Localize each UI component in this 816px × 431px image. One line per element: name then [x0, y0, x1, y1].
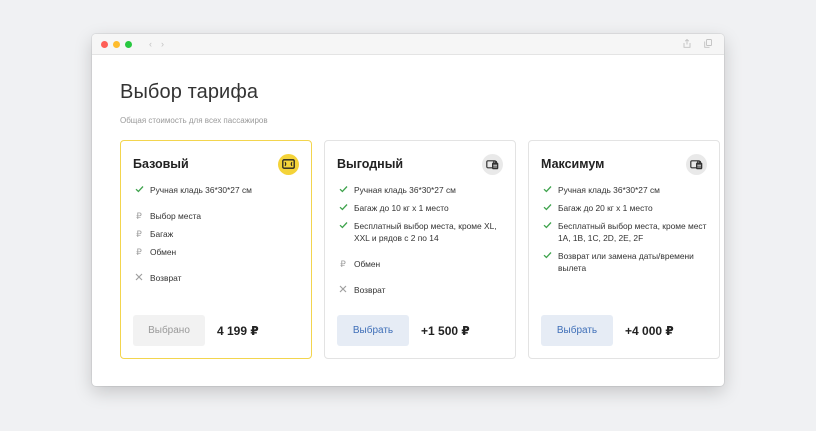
tariff-price: +4 000 ₽ [625, 323, 674, 338]
luggage-ticket-icon [686, 153, 707, 175]
tariff-card[interactable]: Базовый Ручная кладь 36*30*27 см ₽ Выбор… [120, 140, 312, 359]
close-window-button[interactable] [101, 40, 108, 48]
feature-item: Багаж до 20 кг x 1 место [541, 202, 707, 214]
feature-text: Багаж до 10 кг x 1 место [354, 203, 449, 213]
feature-item: ₽ Выбор места [133, 210, 299, 222]
feature-item: Багаж до 10 кг x 1 место [337, 202, 503, 214]
tariff-name: Выгодный [337, 157, 404, 171]
check-icon [541, 184, 553, 196]
browser-window: ‹ › Выбор тарифа Общая стоимость для все… [92, 34, 724, 386]
tariff-footer: Выбрать +1 500 ₽ [337, 315, 470, 346]
feature-group-gap [337, 250, 503, 258]
ruble-icon: ₽ [136, 229, 142, 239]
ruble-icon: ₽ [340, 259, 346, 269]
copy-icon[interactable] [704, 39, 712, 50]
feature-group-gap [337, 276, 503, 284]
forward-icon[interactable]: › [161, 39, 164, 49]
feature-text: Обмен [354, 259, 381, 269]
tariff-footer: Выбрать +4 000 ₽ [541, 315, 674, 346]
feature-item: Ручная кладь 36*30*27 см [133, 184, 299, 196]
check-icon [337, 184, 349, 196]
feature-text: Бесплатный выбор места, кроме мест 1A, 1… [558, 221, 707, 243]
feature-item: Возврат [337, 284, 503, 296]
share-icon[interactable] [683, 38, 691, 50]
selected-button[interactable]: Выбрано [133, 315, 205, 346]
tariff-price: +1 500 ₽ [421, 323, 470, 338]
check-icon [337, 220, 349, 232]
feature-item: Возврат или замена даты/времени вылета [541, 250, 707, 274]
tariff-header: Максимум [541, 153, 707, 175]
feature-list: Ручная кладь 36*30*27 см Багаж до 20 кг … [541, 184, 707, 274]
tariff-name: Максимум [541, 157, 605, 171]
check-icon [337, 202, 349, 214]
feature-item: ₽ Багаж [133, 228, 299, 240]
cross-icon [133, 272, 145, 284]
feature-group-gap [133, 202, 299, 210]
maximize-window-button[interactable] [125, 40, 132, 48]
page-content: Выбор тарифа Общая стоимость для всех па… [92, 55, 724, 126]
feature-item: Бесплатный выбор места, кроме мест 1A, 1… [541, 220, 707, 244]
feature-text: Багаж [150, 229, 174, 239]
cross-icon [337, 284, 349, 296]
feature-text: Ручная кладь 36*30*27 см [354, 185, 456, 195]
feature-item: Бесплатный выбор места, кроме XL, XXL и … [337, 220, 503, 244]
tariff-card[interactable]: Максимум Ручная кладь 36*30*27 см Багаж … [528, 140, 720, 359]
tariff-price: 4 199 ₽ [217, 323, 259, 338]
ticket-icon [278, 153, 299, 175]
check-icon [541, 202, 553, 214]
minimize-window-button[interactable] [113, 40, 120, 48]
tariff-cards: Базовый Ручная кладь 36*30*27 см ₽ Выбор… [120, 140, 720, 359]
feature-text: Обмен [150, 247, 177, 257]
feature-text: Возврат или замена даты/времени вылета [558, 251, 694, 273]
feature-text: Возврат [354, 285, 386, 295]
page-subtitle: Общая стоимость для всех пассажиров [120, 116, 268, 125]
select-button[interactable]: Выбрать [541, 315, 613, 346]
feature-item: Ручная кладь 36*30*27 см [541, 184, 707, 196]
check-icon [133, 184, 145, 196]
ruble-icon: ₽ [136, 247, 142, 257]
feature-text: Бесплатный выбор места, кроме XL, XXL и … [354, 221, 497, 243]
feature-item: ₽ Обмен [337, 258, 503, 270]
back-icon[interactable]: ‹ [149, 39, 152, 49]
feature-text: Ручная кладь 36*30*27 см [558, 185, 660, 195]
feature-item: Ручная кладь 36*30*27 см [337, 184, 503, 196]
tariff-header: Базовый [133, 153, 299, 175]
feature-text: Возврат [150, 273, 182, 283]
feature-text: Ручная кладь 36*30*27 см [150, 185, 252, 195]
tariff-footer: Выбрано 4 199 ₽ [133, 315, 259, 346]
feature-item: ₽ Обмен [133, 246, 299, 258]
check-icon [541, 250, 553, 262]
feature-group-gap [133, 264, 299, 272]
tariff-name: Базовый [133, 157, 189, 171]
ruble-icon: ₽ [136, 211, 142, 221]
window-titlebar: ‹ › [92, 34, 724, 55]
feature-text: Багаж до 20 кг x 1 место [558, 203, 653, 213]
feature-list: Ручная кладь 36*30*27 см Багаж до 10 кг … [337, 184, 503, 296]
feature-text: Выбор места [150, 211, 202, 221]
feature-list: Ручная кладь 36*30*27 см ₽ Выбор места ₽… [133, 184, 299, 284]
luggage-ticket-icon [482, 153, 503, 175]
check-icon [541, 220, 553, 232]
page-title: Выбор тарифа [120, 81, 259, 103]
feature-item: Возврат [133, 272, 299, 284]
select-button[interactable]: Выбрать [337, 315, 409, 346]
tariff-header: Выгодный [337, 153, 503, 175]
tariff-card[interactable]: Выгодный Ручная кладь 36*30*27 см Багаж … [324, 140, 516, 359]
